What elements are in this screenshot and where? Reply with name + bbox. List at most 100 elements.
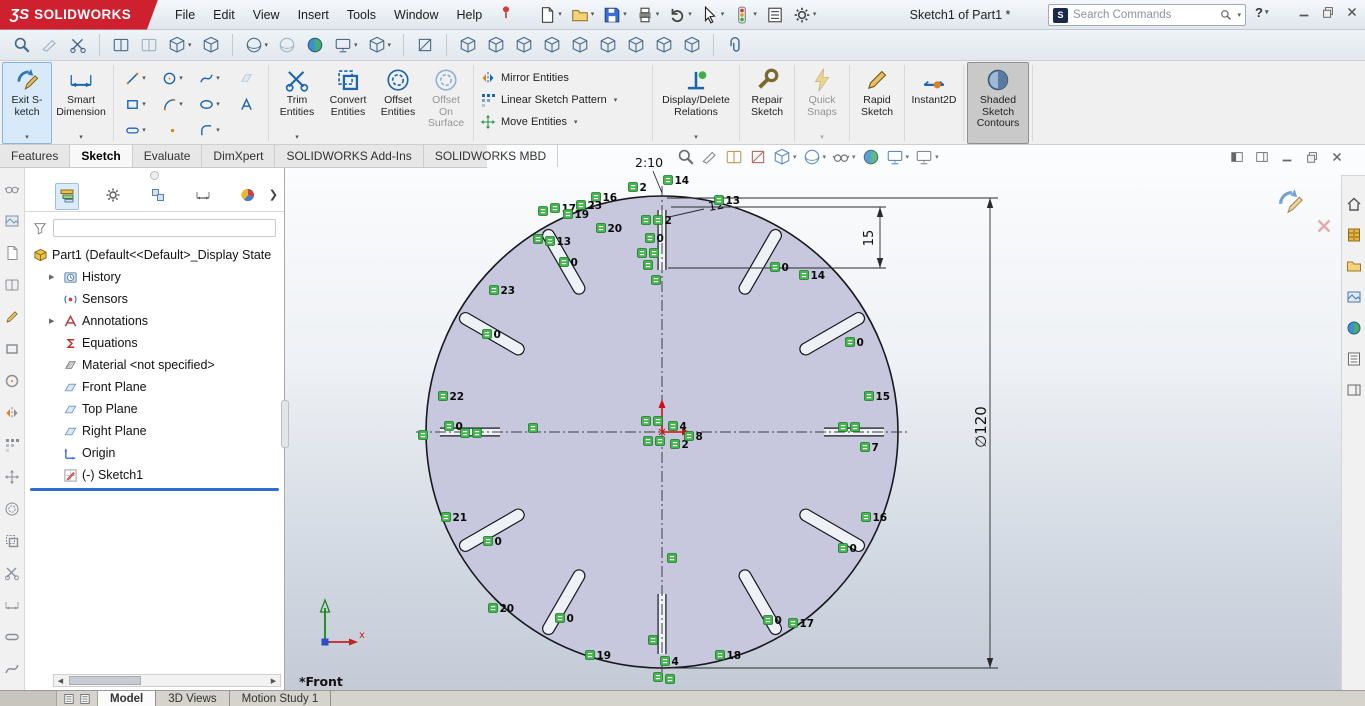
trim-tool-icon[interactable]	[4, 565, 20, 586]
ellipse-tool-icon[interactable]: ▾	[191, 91, 228, 117]
relation-badge[interactable]: 2	[628, 182, 647, 194]
print-icon[interactable]: ▾	[633, 4, 663, 26]
instant2d-button[interactable]: Instant2D	[908, 62, 960, 144]
display-style-icon[interactable]: ▾	[803, 148, 826, 166]
file-properties-icon[interactable]	[763, 4, 787, 26]
tree-item-equations[interactable]: Equations	[25, 332, 284, 354]
left-view-icon[interactable]	[512, 34, 536, 56]
convert-entities-button[interactable]: Convert Entities	[322, 62, 374, 144]
repair-sketch-button[interactable]: Repair Sketch	[743, 62, 791, 144]
relation-badge[interactable]	[665, 674, 675, 684]
forum-icon[interactable]	[1346, 382, 1362, 403]
edit-appearance-icon[interactable]	[303, 34, 327, 56]
back-view-icon[interactable]	[484, 34, 508, 56]
trim-entities-button[interactable]: Trim Entities ▾	[272, 62, 322, 144]
offset-entities-button[interactable]: Offset Entities	[374, 62, 422, 144]
tree-filter-input[interactable]	[53, 219, 276, 237]
home-icon[interactable]	[1346, 196, 1362, 217]
right-view-icon[interactable]	[540, 34, 564, 56]
front-view-icon[interactable]	[456, 34, 480, 56]
tab-features[interactable]: Features	[0, 145, 71, 167]
bottom-splitter[interactable]	[0, 691, 57, 706]
bottom-tab-model[interactable]: Model	[98, 691, 157, 706]
tree-item-sketch1[interactable]: (-) Sketch1	[25, 464, 284, 486]
zoom-to-area-icon[interactable]	[701, 148, 719, 166]
view-palette-icon[interactable]	[1346, 289, 1362, 310]
confirmation-corner-cancel-icon[interactable]	[1313, 215, 1335, 242]
width-dimension-2-10[interactable]: 2:10	[635, 155, 663, 170]
spline-tool-icon[interactable]: ▾	[191, 65, 228, 91]
property-manager-tab-icon[interactable]	[102, 184, 124, 209]
relation-badge[interactable]	[648, 635, 658, 645]
save-icon[interactable]: ▾	[600, 4, 630, 26]
relation-badge[interactable]	[641, 215, 651, 225]
new-document-icon[interactable]: ▾	[535, 4, 565, 26]
design-binder-icon[interactable]	[4, 277, 20, 298]
search-commands-box[interactable]: S Search Commands ▾	[1048, 4, 1246, 26]
relation-badge[interactable]	[533, 234, 543, 244]
quick-snaps-button[interactable]: Quick Snaps ▾	[798, 62, 846, 144]
menu-insert[interactable]: Insert	[289, 4, 338, 26]
tab-sketch[interactable]: Sketch	[70, 145, 133, 167]
relation-badge[interactable]	[641, 416, 651, 426]
tab-scroll-right-icon[interactable]	[79, 693, 91, 705]
offset-tool-icon[interactable]	[4, 501, 20, 522]
menu-help[interactable]: Help	[448, 4, 492, 26]
mirror-tool-icon[interactable]	[4, 405, 20, 426]
graphics-area[interactable]: ∅120 15 12 2:10 14 2 13 16 23 17 19 20 13 0 2 0 0 14 2…	[285, 145, 1365, 690]
relation-badge[interactable]	[528, 423, 538, 433]
section-view-icon[interactable]	[749, 148, 767, 166]
menu-file[interactable]: File	[166, 4, 204, 26]
isometric-view-icon[interactable]	[624, 34, 648, 56]
close-icon[interactable]	[1345, 5, 1359, 19]
rectangle-tool-icon[interactable]	[4, 341, 20, 362]
move-entities-button[interactable]: Move Entities ▾	[477, 112, 649, 132]
display-manager-tab-icon[interactable]	[237, 184, 259, 209]
dimension-tool-icon[interactable]	[4, 597, 20, 618]
arc-tool-icon[interactable]: ▾	[154, 91, 191, 117]
sketch-fillet-tool-icon[interactable]: ▾	[191, 117, 228, 143]
relation-badge[interactable]	[653, 416, 663, 426]
attach-icon[interactable]	[723, 34, 747, 56]
relation-badge[interactable]: 20	[488, 603, 515, 615]
relation-badge[interactable]	[653, 672, 663, 682]
slot-length-dimension[interactable]: 15	[862, 230, 877, 247]
close-book-icon[interactable]	[137, 34, 161, 56]
view-settings-icon[interactable]: ▾	[915, 148, 939, 166]
tree-item-annotations[interactable]: ▶ Annotations	[25, 310, 284, 332]
relation-badge[interactable]	[538, 206, 548, 216]
zoom-to-fit-icon[interactable]	[677, 148, 695, 166]
close-document-icon[interactable]	[1330, 150, 1344, 169]
rollback-bar[interactable]	[30, 488, 279, 491]
file-explorer-icon[interactable]	[1346, 258, 1362, 279]
tab-solidworks-add-ins[interactable]: SOLIDWORKS Add-Ins	[275, 145, 424, 167]
apply-scene-icon[interactable]: ▾	[331, 34, 361, 56]
feature-manager-tree-tab-icon[interactable]	[55, 183, 79, 210]
minimize-document-icon[interactable]	[1280, 150, 1294, 169]
pin-menu-icon[interactable]	[499, 5, 513, 24]
panel-splitter-handle[interactable]	[281, 400, 289, 448]
point-tool-icon[interactable]	[154, 117, 191, 143]
relation-badge[interactable]	[418, 430, 428, 440]
rapid-sketch-button[interactable]: Rapid Sketch	[853, 62, 901, 144]
top-view-icon[interactable]	[568, 34, 592, 56]
relation-badge[interactable]	[655, 436, 665, 446]
restore-document-icon[interactable]	[1305, 150, 1319, 169]
linear-sketch-pattern-button[interactable]: Linear Sketch Pattern ▾	[477, 90, 649, 110]
scroll-left-icon[interactable]: ◀	[54, 675, 67, 686]
search-icon[interactable]	[1220, 9, 1232, 21]
relation-badge[interactable]	[850, 422, 860, 432]
circle-tool-icon[interactable]	[4, 373, 20, 394]
view-palette-icon[interactable]	[4, 213, 20, 234]
open-folder-icon[interactable]: ▾	[568, 4, 598, 26]
search-dropdown-icon[interactable]: ▾	[1237, 12, 1241, 19]
zoom-to-fit-icon[interactable]	[10, 34, 34, 56]
new-note-icon[interactable]	[4, 245, 20, 266]
zoom-to-area-icon[interactable]	[38, 34, 62, 56]
help-button[interactable]: ? ▾	[1255, 5, 1268, 20]
split-pane-icon[interactable]	[1230, 150, 1244, 169]
confirmation-corner-exit-sketch-icon[interactable]	[1275, 187, 1305, 222]
tab-scroll-left-icon[interactable]	[63, 693, 75, 705]
tree-item-material-not-specified[interactable]: Material <not specified>	[25, 354, 284, 376]
minimize-icon[interactable]	[1297, 5, 1311, 19]
